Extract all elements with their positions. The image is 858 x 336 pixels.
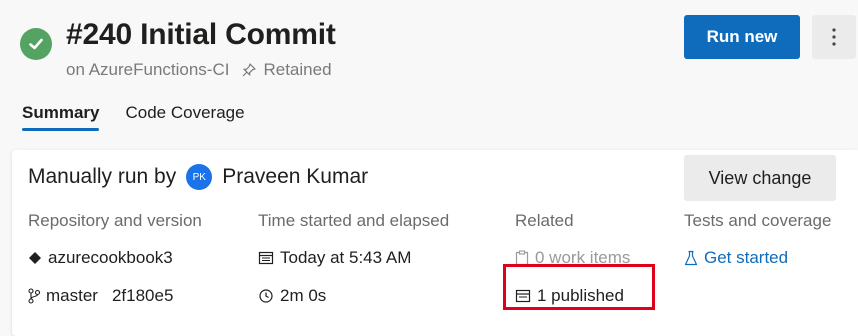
time-header: Time started and elapsed (258, 211, 450, 230)
tab-bar: Summary Code Coverage (22, 103, 245, 131)
avatar: PK (186, 164, 213, 190)
tab-summary[interactable]: Summary (22, 103, 100, 131)
repo-item[interactable]: azurecookbook3 (28, 248, 173, 268)
tests-header: Tests and coverage (684, 211, 832, 230)
user-name[interactable]: Praveen Kumar (222, 165, 368, 189)
tab-code-coverage[interactable]: Code Coverage (125, 103, 244, 131)
more-actions-button[interactable] (812, 15, 856, 59)
manual-run-info: Manually run by PK Praveen Kumar (28, 164, 368, 190)
branch-item[interactable]: master 2f180e5 (28, 286, 173, 306)
run-subtitle: on AzureFunctions-CI Retained (66, 60, 332, 80)
related-header: Related (515, 211, 574, 230)
pipeline-link[interactable]: on AzureFunctions-CI (66, 60, 229, 80)
branch-name: master (46, 286, 98, 305)
highlight-box (503, 264, 655, 310)
summary-card: Manually run by PK Praveen Kumar View ch… (12, 150, 858, 336)
repo-name: azurecookbook3 (48, 248, 173, 267)
retained-label: Retained (263, 60, 332, 79)
elapsed-item: 2m 0s (258, 286, 326, 306)
run-new-button[interactable]: Run new (684, 15, 800, 59)
run-header: #240 Initial Commit on AzureFunctions-CI… (0, 0, 858, 150)
commit-id[interactable]: 2f180e5 (112, 286, 173, 306)
success-check-icon (20, 28, 52, 60)
get-started-link[interactable]: Get started (684, 248, 788, 268)
get-started-label: Get started (704, 248, 789, 267)
calendar-icon (258, 250, 274, 266)
start-time-item: Today at 5:43 AM (258, 248, 411, 268)
view-change-button[interactable]: View change (684, 155, 836, 201)
clock-icon (258, 288, 274, 304)
manual-run-label: Manually run by (28, 165, 177, 188)
beaker-icon (684, 250, 698, 266)
run-title: #240 Initial Commit (66, 18, 336, 51)
pin-icon (241, 62, 257, 78)
repo-header: Repository and version (28, 211, 202, 230)
repo-icon (28, 251, 42, 265)
start-time: Today at 5:43 AM (280, 248, 412, 267)
more-vertical-icon (832, 28, 836, 46)
elapsed-time: 2m 0s (280, 286, 327, 305)
branch-icon (28, 288, 40, 304)
